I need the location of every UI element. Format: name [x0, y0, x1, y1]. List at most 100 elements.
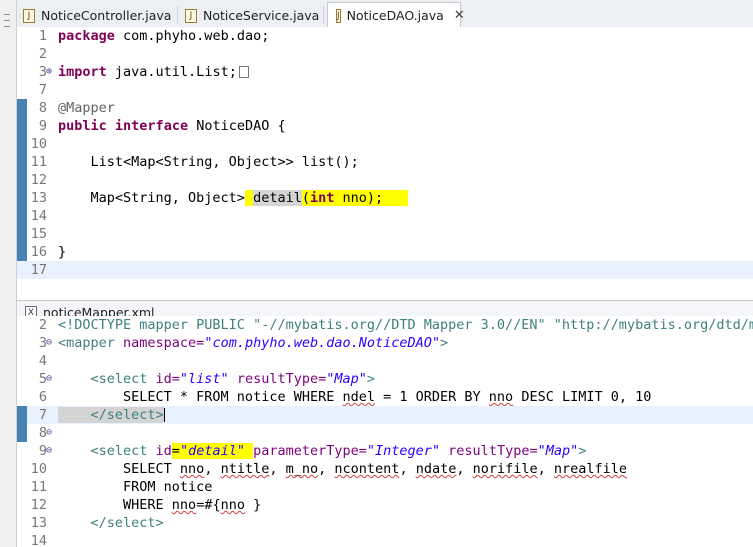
code-line: 4: [17, 352, 753, 370]
line-number: 9: [38, 443, 47, 459]
line-number: 4: [38, 353, 47, 369]
code-text: </select>: [58, 407, 165, 423]
code-line: 11 List<Map<String, Object>> list();: [17, 153, 753, 171]
code-line: 12 WHERE nno=#{nno }: [17, 496, 753, 514]
tab-notice-dao[interactable]: J NoticeDAO.java ✕: [327, 2, 465, 29]
code-text: WHERE nno=#{nno }: [58, 497, 262, 513]
line-number: 6: [38, 389, 47, 405]
xml-editor[interactable]: 2 <!DOCTYPE mapper PUBLIC "-//mybatis.or…: [17, 316, 753, 547]
java-editor[interactable]: 1 package com.phyho.web.dao; 2 3 ⊕ impor…: [17, 27, 753, 299]
text-caret: [163, 408, 165, 422]
code-line: 14: [17, 532, 753, 547]
java-file-icon: J: [23, 8, 35, 23]
line-number: 9: [38, 118, 47, 134]
fold-collapse-icon[interactable]: ⊖: [46, 442, 56, 460]
code-line: 13 Map<String, Object> detail(int nno);: [17, 189, 753, 207]
code-text: </select>: [58, 515, 164, 531]
code-line: 12: [17, 171, 753, 189]
code-line: 8 ⊖: [17, 424, 753, 442]
code-line: 8 @Mapper: [17, 99, 753, 117]
left-side-strip: [0, 0, 17, 547]
code-line: 3 ⊖ <mapper namespace="com.phyho.web.dao…: [17, 334, 753, 352]
code-line: 5 ⊖ <select id="list" resultType="Map">: [17, 370, 753, 388]
tab-label: NoticeController.java: [41, 8, 172, 23]
code-line: 11 FROM notice: [17, 478, 753, 496]
code-text: List<Map<String, Object>> list();: [58, 154, 359, 170]
change-marker: [17, 171, 27, 189]
strip-marker: [4, 26, 10, 27]
line-number: 7: [38, 407, 47, 423]
line-number: 1: [38, 28, 47, 44]
code-text: public interface NoticeDAO {: [58, 118, 286, 134]
tab-label: NoticeDAO.java: [346, 8, 444, 23]
fold-collapse-icon[interactable]: ⊖: [46, 370, 56, 388]
code-line: 13 </select>: [17, 514, 753, 532]
code-line: 2: [17, 45, 753, 63]
code-line: 9 ⊖ <select id="detail" parameterType="I…: [17, 442, 753, 460]
line-number: 12: [30, 172, 47, 188]
code-text: import java.util.List;: [58, 63, 249, 81]
code-text: @Mapper: [58, 100, 115, 116]
line-number: 8: [38, 100, 47, 116]
strip-marker: [4, 14, 10, 15]
code-text: <mapper namespace="com.phyho.web.dao.Not…: [58, 335, 449, 351]
code-text: SELECT * FROM notice WHERE ndel = 1 ORDE…: [58, 389, 652, 405]
tab-notice-service[interactable]: J NoticeService.java: [185, 2, 319, 29]
code-line: 7: [17, 81, 753, 99]
code-text: <select id="list" resultType="Map">: [58, 371, 376, 387]
code-text: SELECT nno, ntitle, m_no, ncontent, ndat…: [58, 461, 628, 477]
change-marker: [17, 225, 27, 243]
code-line: 16 }: [17, 243, 753, 261]
fold-expand-icon[interactable]: ⊕: [46, 63, 56, 81]
code-line: 10 SELECT nno, ntitle, m_no, ncontent, n…: [17, 460, 753, 478]
code-line: 14: [17, 207, 753, 225]
line-number: 11: [30, 154, 47, 170]
code-line-current: 17: [17, 261, 753, 279]
code-line: 1 package com.phyho.web.dao;: [17, 27, 753, 45]
code-text: <!DOCTYPE mapper PUBLIC "-//mybatis.org/…: [58, 317, 753, 333]
line-number: 10: [30, 136, 47, 152]
change-marker: [17, 424, 27, 442]
line-number: 5: [38, 371, 47, 387]
change-marker: [17, 135, 27, 153]
change-marker: [17, 117, 27, 135]
change-marker: [17, 189, 27, 207]
change-marker: [17, 153, 27, 171]
line-number: 3: [38, 64, 47, 80]
java-file-icon: J: [336, 8, 341, 23]
code-text: }: [58, 244, 67, 260]
change-marker: [17, 406, 27, 424]
line-number: 2: [38, 317, 47, 333]
line-number: 17: [30, 262, 47, 278]
tab-label: NoticeService.java: [203, 8, 320, 23]
java-file-icon: J: [185, 8, 197, 23]
strip-marker: [4, 20, 10, 21]
line-number: 14: [30, 208, 47, 224]
code-line: 2 <!DOCTYPE mapper PUBLIC "-//mybatis.or…: [17, 316, 753, 334]
folded-imports-icon[interactable]: [238, 66, 249, 78]
line-number: 13: [30, 515, 47, 531]
line-number: 11: [30, 479, 47, 495]
line-number: 15: [30, 226, 47, 242]
line-number: 14: [30, 533, 47, 547]
tab-notice-controller[interactable]: J NoticeController.java: [23, 2, 171, 29]
line-number: 2: [38, 46, 47, 62]
line-number: 7: [38, 82, 47, 98]
line-number: 10: [30, 461, 47, 477]
fold-collapse-icon[interactable]: ⊖: [46, 334, 56, 352]
line-number: 3: [38, 335, 47, 351]
code-text: Map<String, Object> detail(int nno);: [58, 190, 408, 206]
code-line: 3 ⊕ import java.util.List;: [17, 63, 753, 81]
code-text: <select id="detail" parameterType="Integ…: [58, 443, 587, 459]
close-icon[interactable]: ✕: [454, 8, 465, 23]
line-number: 8: [38, 425, 47, 441]
line-number: 16: [30, 244, 47, 260]
line-number: 12: [30, 497, 47, 513]
code-line: 6 SELECT * FROM notice WHERE ndel = 1 OR…: [17, 388, 753, 406]
code-text: FROM notice: [58, 479, 213, 495]
change-marker: [17, 99, 27, 117]
change-marker: [17, 243, 27, 261]
code-line-current: 7 </select>: [17, 406, 753, 424]
code-line: 10: [17, 135, 753, 153]
fold-collapse-icon[interactable]: ⊖: [46, 424, 56, 442]
